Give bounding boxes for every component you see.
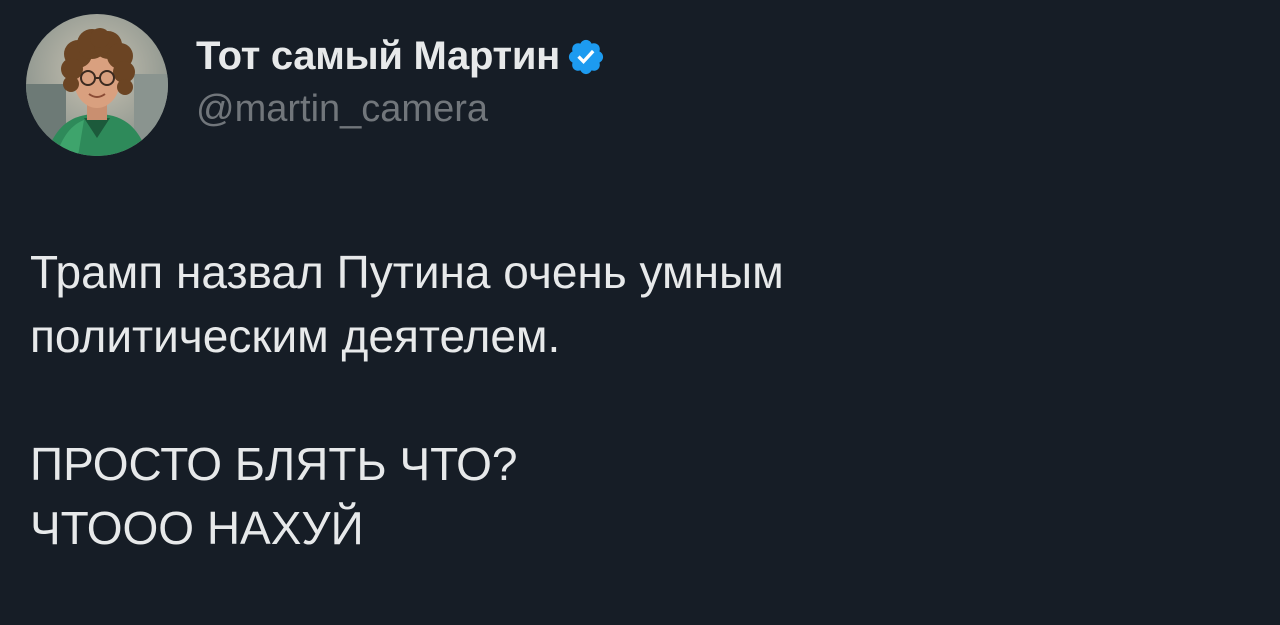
tweet-header: Тот самый Мартин @martin_camera [26, 14, 606, 156]
avatar-photo [26, 14, 168, 156]
author-identity: Тот самый Мартин @martin_camera [196, 32, 606, 131]
author-display-name[interactable]: Тот самый Мартин [196, 34, 560, 79]
author-handle[interactable]: @martin_camera [196, 88, 606, 131]
avatar[interactable] [26, 14, 168, 156]
tweet-card: Тот самый Мартин @martin_camera Трамп на… [0, 0, 1280, 625]
tweet-paragraph: ПРОСТО БЛЯТЬ ЧТО? ЧТООО НАХУЙ [30, 438, 518, 554]
tweet-paragraph: Трамп назвал Путина очень умным политиче… [30, 246, 784, 362]
verified-badge-icon [566, 37, 606, 77]
tweet-text: Трамп назвал Путина очень умным политиче… [30, 240, 1230, 560]
name-row: Тот самый Мартин [196, 32, 606, 82]
